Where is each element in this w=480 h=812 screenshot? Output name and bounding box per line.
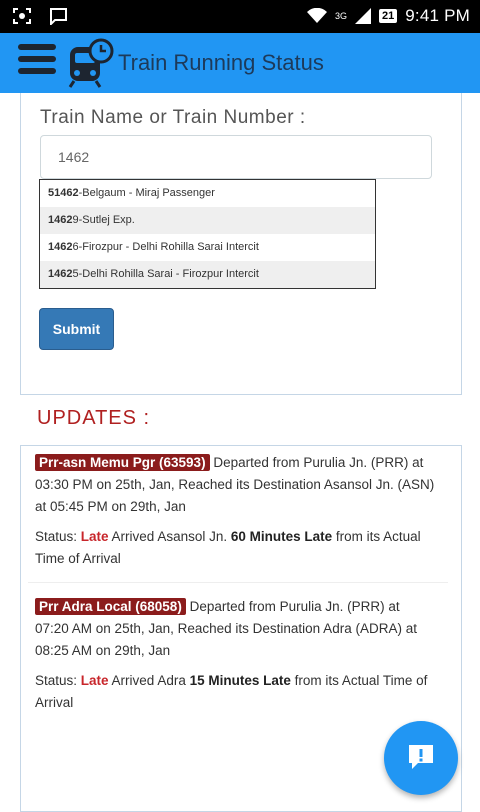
status-station: Arrived Adra [108,673,190,688]
late-duration: 15 Minutes Late [189,673,291,688]
suggestion-item[interactable]: 14626-Firozpur - Delhi Rohilla Sarai Int… [40,234,375,261]
wifi-icon [307,8,328,23]
suggestion-text: 9-Sutlej Exp. [72,214,135,226]
suggestion-text: -Belgaum - Miraj Passenger [78,187,215,199]
late-label: Late [80,529,109,544]
suggestion-item[interactable]: 14625-Delhi Rohilla Sarai - Firozpur Int… [40,261,375,288]
update-description: Prr Adra Local (68058) Departed from Pur… [35,596,435,662]
update-description: Prr-asn Memu Pgr (63593) Departed from P… [35,452,435,518]
update-item: Prr Adra Local (68058) Departed from Pur… [35,596,435,714]
status-bar: 3G 21 9:41 PM [0,0,480,33]
message-icon [50,8,67,25]
status-prefix: Status: [35,673,81,688]
app-bar: Train Running Status [0,33,480,93]
battery-indicator: 21 [379,9,398,23]
train-badge[interactable]: Prr-asn Memu Pgr (63593) [35,454,210,471]
update-status: Status: Late Arrived Adra 15 Minutes Lat… [35,670,435,714]
late-duration: 60 Minutes Late [230,529,333,544]
suggestion-item[interactable]: 51462-Belgaum - Miraj Passenger [40,180,375,207]
screenshot-icon [13,8,31,24]
late-label: Late [80,673,109,688]
train-badge[interactable]: Prr Adra Local (68058) [35,598,186,615]
autocomplete-suggestions: 51462-Belgaum - Miraj Passenger 14629-Su… [39,179,376,289]
suggestion-item[interactable]: 14629-Sutlej Exp. [40,207,375,234]
status-prefix: Status: [35,529,81,544]
suggestion-match: 1462 [48,241,73,253]
status-station: Arrived Asansol Jn. [108,529,231,544]
signal-icon [355,8,372,24]
train-search-input[interactable] [40,135,432,179]
update-divider [28,582,448,583]
suggestion-text: 6-Firozpur - Delhi Rohilla Sarai Interci… [72,241,259,253]
update-status: Status: Late Arrived Asansol Jn. 60 Minu… [35,526,435,570]
suggestion-text: 5-Delhi Rohilla Sarai - Firozpur Interci… [72,268,259,280]
clock: 9:41 PM [405,6,470,25]
app-title: Train Running Status [118,50,324,75]
update-item: Prr-asn Memu Pgr (63593) Departed from P… [35,452,435,570]
network-type: 3G [335,11,348,21]
suggestion-match: 51462 [48,187,79,199]
submit-button[interactable]: Submit [39,308,114,350]
suggestion-match: 1462 [48,214,73,226]
feedback-fab-button[interactable] [384,721,458,795]
updates-heading: UPDATES : [37,407,151,429]
train-search-label: Train Name or Train Number : [40,107,306,128]
hamburger-menu-icon[interactable] [18,44,56,82]
feedback-icon [409,745,433,769]
train-clock-logo-icon [68,38,114,88]
suggestion-match: 1462 [48,268,73,280]
